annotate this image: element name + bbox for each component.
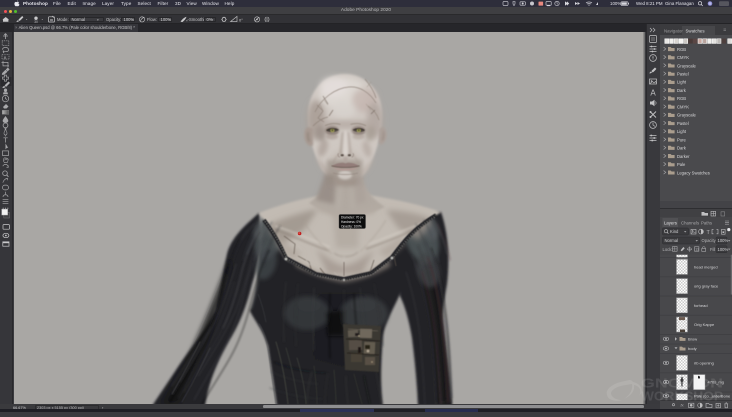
svg-text:100%: 100% [610, 1, 621, 6]
svg-text:Navigator: Navigator [664, 28, 683, 33]
svg-text:forhead: forhead [694, 303, 708, 308]
svg-text:Pastel: Pastel [677, 71, 689, 76]
svg-text:Pale (co...ulderBone: Pale (co...ulderBone [694, 393, 731, 398]
svg-text:Normal: Normal [665, 238, 679, 243]
svg-text:Pale: Pale [677, 162, 686, 167]
svg-text:100%: 100% [718, 238, 729, 243]
svg-text:Paths: Paths [701, 221, 712, 226]
svg-text:Swatches: Swatches [686, 28, 706, 33]
svg-text:Dark: Dark [677, 88, 687, 93]
svg-text:A: A [650, 89, 656, 98]
svg-text:Opacity:: Opacity: [702, 238, 717, 243]
svg-text:100%: 100% [718, 247, 729, 252]
svg-text:Grayscale: Grayscale [677, 113, 697, 118]
svg-text:Layers: Layers [664, 221, 677, 226]
svg-text:Gina Flanagan: Gina Flanagan [665, 1, 694, 6]
svg-text:Lock:: Lock: [663, 247, 673, 252]
svg-text:Pure: Pure [677, 137, 687, 142]
svg-text:Light: Light [677, 129, 687, 134]
svg-text:rib opening: rib opening [694, 361, 714, 366]
svg-text:Darker: Darker [677, 154, 690, 159]
svg-text:CMYK: CMYK [677, 104, 689, 109]
svg-text:Pastel: Pastel [677, 121, 689, 126]
svg-text:Legacy Swatches: Legacy Swatches [677, 170, 710, 175]
svg-text:Kind: Kind [670, 229, 679, 234]
svg-text:Brow: Brow [688, 337, 697, 342]
svg-text:head merged: head merged [694, 265, 718, 270]
svg-text:Opacity: 100%: Opacity: 100% [341, 224, 362, 228]
svg-text:body: body [688, 346, 697, 351]
svg-text:Orig Kappe: Orig Kappe [694, 322, 715, 327]
svg-text:Dark: Dark [677, 146, 687, 151]
svg-text:Channels: Channels [681, 221, 699, 226]
svg-text:RGB: RGB [677, 47, 686, 52]
svg-text:Diameter: 70 px: Diameter: 70 px [341, 216, 364, 220]
svg-text:13: 13 [695, 248, 699, 252]
svg-text:T: T [3, 136, 8, 145]
svg-text:Wed 8:21 PM: Wed 8:21 PM [636, 1, 663, 6]
svg-text:0°: 0° [239, 17, 243, 22]
svg-text:Grayscale: Grayscale [677, 63, 697, 68]
svg-text:Fill:: Fill: [710, 247, 717, 252]
svg-text:Light: Light [677, 80, 687, 85]
svg-text:RGB: RGB [677, 96, 686, 101]
svg-text:Hardness: 0%: Hardness: 0% [341, 220, 361, 224]
svg-text:CMYK: CMYK [677, 55, 689, 60]
svg-text:470s_mg: 470s_mg [708, 380, 724, 385]
svg-text:orig gray face: orig gray face [694, 284, 719, 289]
